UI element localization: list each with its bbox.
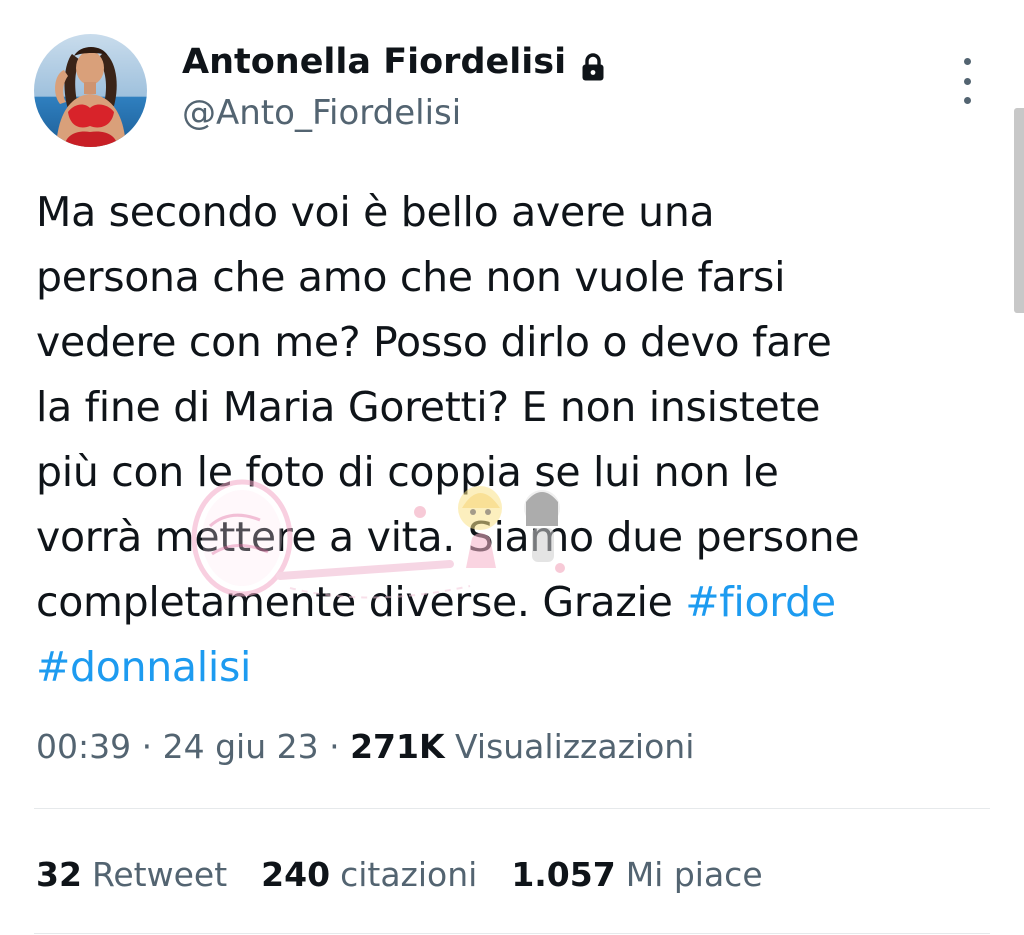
tweet-date[interactable]: 24 giu 23 [163, 727, 319, 766]
hashtag-link[interactable]: #fiorde [685, 578, 836, 626]
tweet-text-fragment: completamente diverse. Grazie [36, 578, 686, 626]
author-handle[interactable]: @Anto_Fiordelisi [182, 90, 461, 136]
retweets-label: Retweet [91, 855, 228, 894]
divider [34, 808, 990, 809]
profile-photo [34, 34, 147, 147]
quotes-label: citazioni [340, 855, 478, 894]
tweet-detail-page: Antonella Fiordelisi @Anto_Fiordelisi Ma… [0, 0, 1024, 935]
quotes-stat[interactable]: 240 citazioni [261, 850, 477, 900]
tweet-text-line-last: completamente diverse. Grazie #fiorde [36, 570, 976, 635]
likes-count: 1.057 [511, 855, 616, 894]
hashtag-link[interactable]: #donnalisi [36, 643, 251, 691]
likes-label: Mi piace [625, 855, 763, 894]
more-dot [963, 77, 971, 85]
quotes-count: 240 [261, 855, 331, 894]
tweet-text-line: più con le foto di coppia se lui non le [36, 448, 779, 496]
views-label: Visualizzazioni [455, 727, 695, 766]
more-dot [963, 97, 971, 104]
more-vertical-icon[interactable] [955, 58, 979, 104]
engagement-stats: 32 Retweet 240 citazioni 1.057 Mi piace [36, 850, 763, 900]
likes-stat[interactable]: 1.057 Mi piace [511, 850, 762, 900]
author-display-name[interactable]: Antonella Fiordelisi [182, 38, 566, 86]
tweet-time[interactable]: 00:39 [36, 727, 131, 766]
retweets-count: 32 [36, 855, 82, 894]
meta-separator: · [131, 727, 163, 766]
meta-separator: · [318, 727, 351, 766]
avatar[interactable] [34, 34, 147, 147]
tweet-meta: 00:39 · 24 giu 23 · 271K Visualizzazioni [36, 722, 694, 772]
tweet-text-line: vedere con me? Posso dirlo o devo fare [36, 318, 832, 366]
retweets-stat[interactable]: 32 Retweet [36, 850, 227, 900]
tweet-text-line: #donnalisi [36, 635, 976, 700]
more-dot [963, 58, 971, 65]
views-count: 271K [350, 727, 445, 766]
tweet-text-line: la fine di Maria Goretti? E non insistet… [36, 383, 821, 431]
tweet-text: Ma secondo voi è bello avere una persona… [36, 180, 976, 700]
divider [34, 933, 990, 934]
tweet-text-line: vorrà mettere a vita. Siamo due persone [36, 513, 860, 561]
scrollbar[interactable] [1014, 108, 1024, 313]
tweet-text-line: persona che amo che non vuole farsi [36, 253, 786, 301]
author-name-row[interactable]: Antonella Fiordelisi [182, 38, 606, 86]
tweet-text-line: Ma secondo voi è bello avere una [36, 188, 715, 236]
lock-icon [580, 47, 606, 81]
